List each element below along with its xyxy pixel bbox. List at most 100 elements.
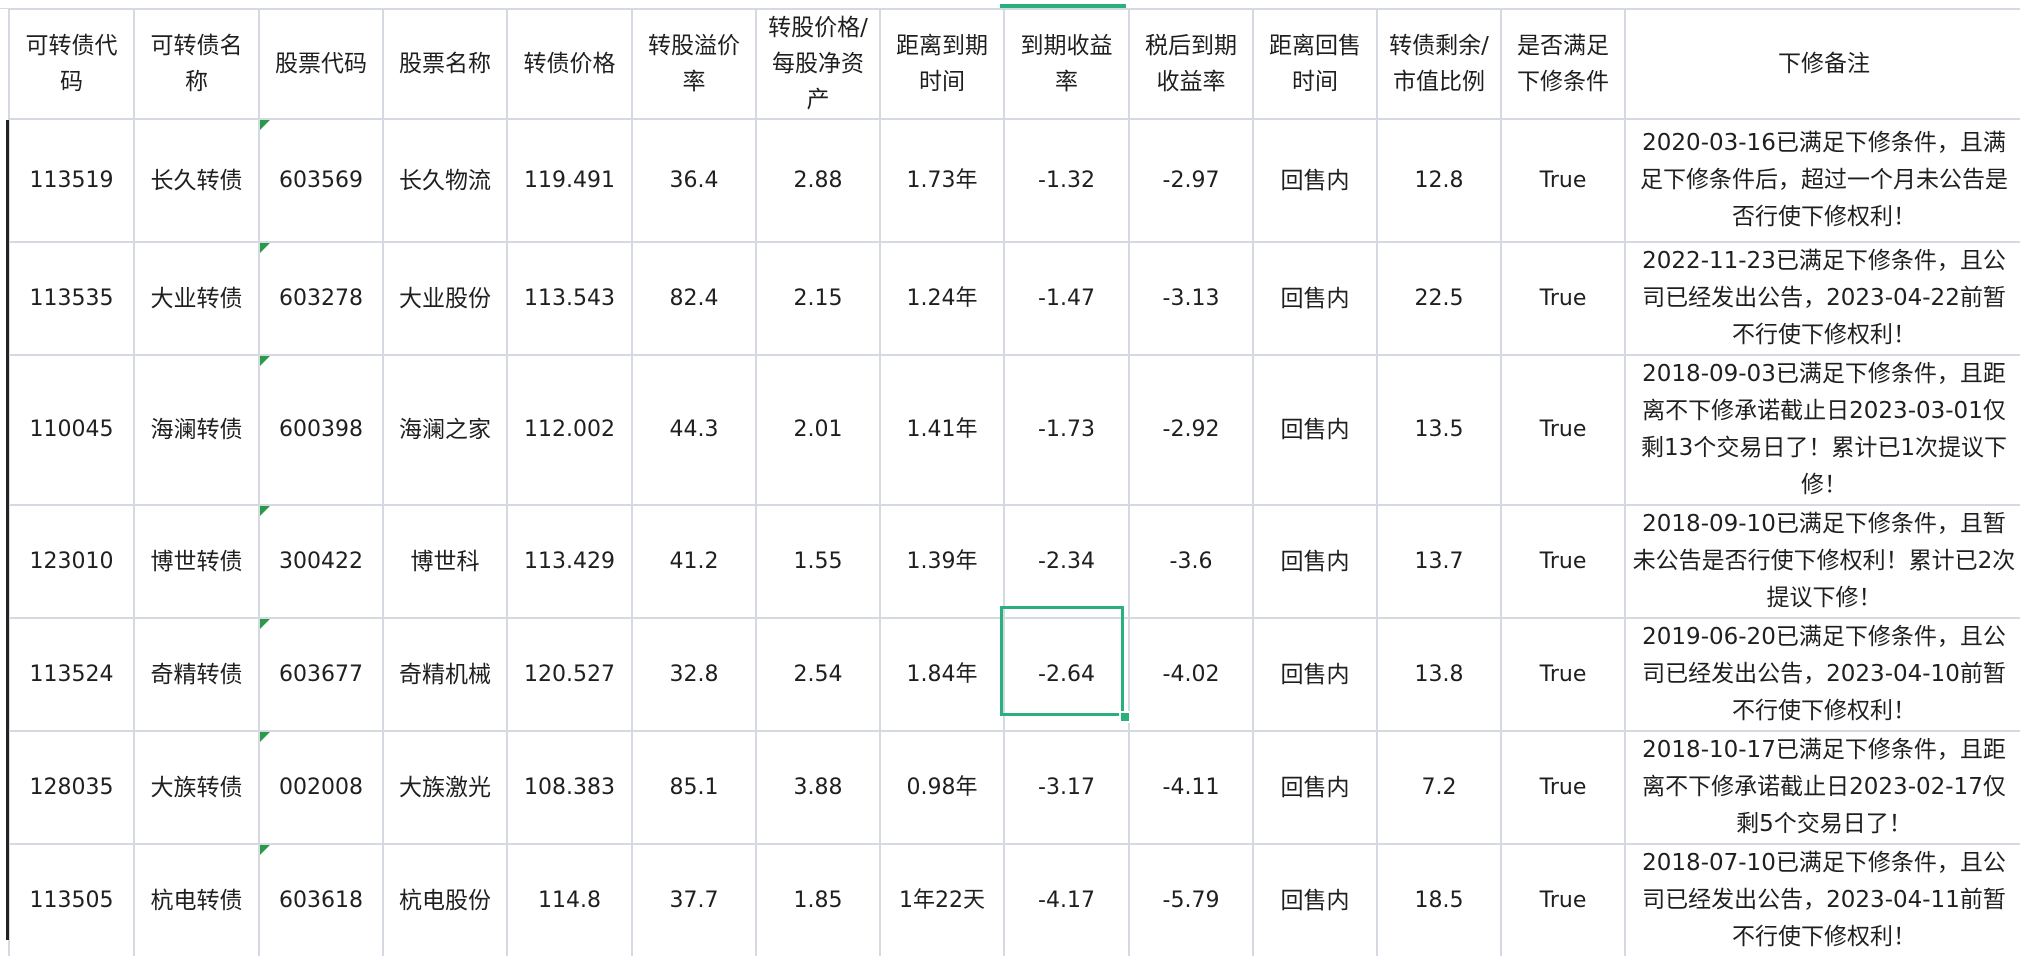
cell-price-to-nav[interactable]: 2.01 <box>755 354 881 506</box>
cell-bond-price[interactable]: 119.491 <box>506 118 633 243</box>
cell-bond-name[interactable]: 奇精转债 <box>133 617 260 732</box>
cell-ytm[interactable]: -2.34 <box>1003 504 1130 619</box>
cell-stock-name[interactable]: 大业股份 <box>382 241 508 356</box>
cell-meets-revision[interactable]: True <box>1500 118 1626 243</box>
header-cell-remaining-ratio[interactable]: 转债剩余/市值比例 <box>1376 8 1502 120</box>
cell-revision-note[interactable]: 2022-11-23已满足下修条件，且公司已经发出公告，2023-04-22前暂… <box>1624 241 2020 356</box>
cell-ytm[interactable]: -1.47 <box>1003 241 1130 356</box>
cell-premium-rate[interactable]: 85.1 <box>631 730 757 845</box>
cell-bond-name[interactable]: 海澜转债 <box>133 354 260 506</box>
cell-bond-code[interactable]: 110045 <box>8 354 135 506</box>
cell-ytm[interactable]: -1.73 <box>1003 354 1130 506</box>
cell-revision-note[interactable]: 2018-10-17已满足下修条件，且距离不下修承诺截止日2023-02-17仅… <box>1624 730 2020 845</box>
cell-bond-code[interactable]: 113505 <box>8 843 135 956</box>
cell-meets-revision[interactable]: True <box>1500 241 1626 356</box>
cell-time-to-maturity[interactable]: 1.39年 <box>879 504 1005 619</box>
header-cell-meets-revision[interactable]: 是否满足下修条件 <box>1500 8 1626 120</box>
cell-time-to-putback[interactable]: 回售内 <box>1252 354 1378 506</box>
cell-price-to-nav[interactable]: 1.55 <box>755 504 881 619</box>
header-cell-stock-code[interactable]: 股票代码 <box>258 8 384 120</box>
cell-time-to-putback[interactable]: 回售内 <box>1252 843 1378 956</box>
cell-stock-code[interactable]: 603677 <box>258 617 384 732</box>
cell-premium-rate[interactable]: 41.2 <box>631 504 757 619</box>
cell-remaining-ratio[interactable]: 7.2 <box>1376 730 1502 845</box>
cell-ytm[interactable]: -4.17 <box>1003 843 1130 956</box>
cell-price-to-nav[interactable]: 2.88 <box>755 118 881 243</box>
cell-after-tax-ytm[interactable]: -4.02 <box>1128 617 1254 732</box>
cell-revision-note[interactable]: 2020-03-16已满足下修条件，且满足下修条件后，超过一个月未公告是否行使下… <box>1624 118 2020 243</box>
cell-revision-note[interactable]: 2018-07-10已满足下修条件，且公司已经发出公告，2023-04-11前暂… <box>1624 843 2020 956</box>
cell-stock-name[interactable]: 杭电股份 <box>382 843 508 956</box>
cell-bond-code[interactable]: 113524 <box>8 617 135 732</box>
header-cell-stock-name[interactable]: 股票名称 <box>382 8 508 120</box>
cell-bond-price[interactable]: 113.543 <box>506 241 633 356</box>
cell-stock-code[interactable]: 002008 <box>258 730 384 845</box>
cell-price-to-nav[interactable]: 2.15 <box>755 241 881 356</box>
cell-bond-code[interactable]: 128035 <box>8 730 135 845</box>
cell-after-tax-ytm[interactable]: -5.79 <box>1128 843 1254 956</box>
cell-time-to-maturity[interactable]: 1.24年 <box>879 241 1005 356</box>
cell-time-to-putback[interactable]: 回售内 <box>1252 730 1378 845</box>
cell-premium-rate[interactable]: 82.4 <box>631 241 757 356</box>
cell-time-to-putback[interactable]: 回售内 <box>1252 504 1378 619</box>
cell-time-to-maturity[interactable]: 1.84年 <box>879 617 1005 732</box>
cell-stock-name[interactable]: 奇精机械 <box>382 617 508 732</box>
cell-stock-code[interactable]: 603618 <box>258 843 384 956</box>
cell-after-tax-ytm[interactable]: -3.13 <box>1128 241 1254 356</box>
cell-revision-note[interactable]: 2018-09-03已满足下修条件，且距离不下修承诺截止日2023-03-01仅… <box>1624 354 2020 506</box>
cell-meets-revision[interactable]: True <box>1500 617 1626 732</box>
cell-time-to-putback[interactable]: 回售内 <box>1252 118 1378 243</box>
cell-ytm[interactable]: -3.17 <box>1003 730 1130 845</box>
cell-bond-price[interactable]: 112.002 <box>506 354 633 506</box>
cell-bond-code[interactable]: 113535 <box>8 241 135 356</box>
header-cell-time-to-putback[interactable]: 距离回售时间 <box>1252 8 1378 120</box>
cell-bond-name[interactable]: 长久转债 <box>133 118 260 243</box>
cell-meets-revision[interactable]: True <box>1500 730 1626 845</box>
cell-premium-rate[interactable]: 44.3 <box>631 354 757 506</box>
cell-revision-note[interactable]: 2018-09-10已满足下修条件，且暂未公告是否行使下修权利！累计已2次提议下… <box>1624 504 2020 619</box>
cell-meets-revision[interactable]: True <box>1500 504 1626 619</box>
cell-bond-name[interactable]: 大业转债 <box>133 241 260 356</box>
header-cell-after-tax-ytm[interactable]: 税后到期收益率 <box>1128 8 1254 120</box>
cell-stock-code[interactable]: 603278 <box>258 241 384 356</box>
cell-ytm[interactable]: -1.32 <box>1003 118 1130 243</box>
cell-premium-rate[interactable]: 37.7 <box>631 843 757 956</box>
cell-bond-code[interactable]: 113519 <box>8 118 135 243</box>
cell-meets-revision[interactable]: True <box>1500 354 1626 506</box>
cell-time-to-putback[interactable]: 回售内 <box>1252 617 1378 732</box>
cell-ytm-selected[interactable]: -2.64 <box>1003 617 1130 732</box>
cell-bond-name[interactable]: 博世转债 <box>133 504 260 619</box>
cell-stock-code[interactable]: 603569 <box>258 118 384 243</box>
cell-price-to-nav[interactable]: 1.85 <box>755 843 881 956</box>
cell-after-tax-ytm[interactable]: -2.97 <box>1128 118 1254 243</box>
cell-bond-code[interactable]: 123010 <box>8 504 135 619</box>
cell-bond-name[interactable]: 大族转债 <box>133 730 260 845</box>
cell-time-to-maturity[interactable]: 1.41年 <box>879 354 1005 506</box>
header-cell-bond-price[interactable]: 转债价格 <box>506 8 633 120</box>
cell-bond-name[interactable]: 杭电转债 <box>133 843 260 956</box>
cell-time-to-maturity[interactable]: 1年22天 <box>879 843 1005 956</box>
header-cell-bond-name[interactable]: 可转债名称 <box>133 8 260 120</box>
cell-bond-price[interactable]: 108.383 <box>506 730 633 845</box>
cell-time-to-maturity[interactable]: 0.98年 <box>879 730 1005 845</box>
cell-stock-name[interactable]: 海澜之家 <box>382 354 508 506</box>
cell-stock-code[interactable]: 600398 <box>258 354 384 506</box>
cell-stock-name[interactable]: 博世科 <box>382 504 508 619</box>
header-cell-ytm[interactable]: 到期收益率 <box>1003 8 1130 120</box>
header-cell-price-to-nav[interactable]: 转股价格/每股净资产 <box>755 8 881 120</box>
cell-remaining-ratio[interactable]: 22.5 <box>1376 241 1502 356</box>
cell-bond-price[interactable]: 120.527 <box>506 617 633 732</box>
cell-premium-rate[interactable]: 36.4 <box>631 118 757 243</box>
cell-stock-code[interactable]: 300422 <box>258 504 384 619</box>
cell-price-to-nav[interactable]: 3.88 <box>755 730 881 845</box>
cell-remaining-ratio[interactable]: 12.8 <box>1376 118 1502 243</box>
cell-remaining-ratio[interactable]: 13.5 <box>1376 354 1502 506</box>
header-cell-time-to-maturity[interactable]: 距离到期时间 <box>879 8 1005 120</box>
cell-time-to-putback[interactable]: 回售内 <box>1252 241 1378 356</box>
cell-remaining-ratio[interactable]: 13.7 <box>1376 504 1502 619</box>
header-cell-premium-rate[interactable]: 转股溢价率 <box>631 8 757 120</box>
cell-revision-note[interactable]: 2019-06-20已满足下修条件，且公司已经发出公告，2023-04-10前暂… <box>1624 617 2020 732</box>
cell-after-tax-ytm[interactable]: -2.92 <box>1128 354 1254 506</box>
cell-stock-name[interactable]: 长久物流 <box>382 118 508 243</box>
cell-time-to-maturity[interactable]: 1.73年 <box>879 118 1005 243</box>
